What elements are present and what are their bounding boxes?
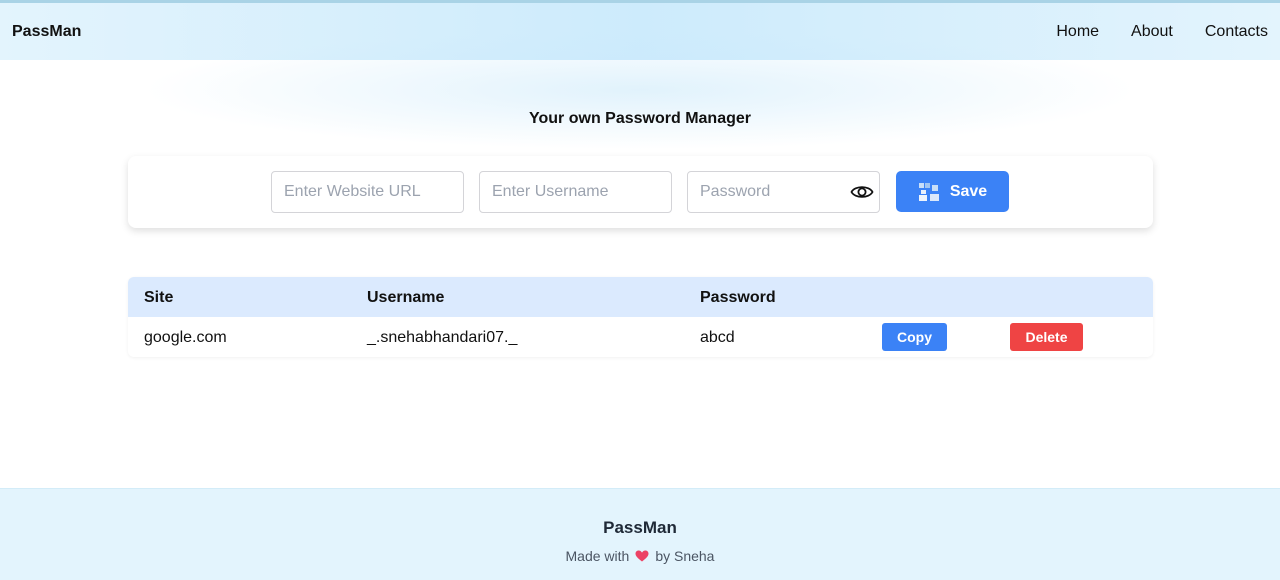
nav-link-home[interactable]: Home xyxy=(1056,23,1099,41)
cell-site: google.com xyxy=(144,329,227,346)
cell-password: abcd xyxy=(700,329,735,346)
footer: PassMan Made with by Sneha xyxy=(0,488,1280,580)
passwords-table: Site Username Password google.com _.sneh… xyxy=(128,277,1153,357)
nav-links: Home About Contacts xyxy=(1024,23,1268,41)
save-button[interactable]: Save xyxy=(896,171,1009,212)
save-button-label: Save xyxy=(949,182,988,200)
save-icon xyxy=(918,182,939,201)
copy-button[interactable]: Copy xyxy=(882,323,947,351)
brand-logo[interactable]: PassMan xyxy=(12,23,81,41)
password-form: Save xyxy=(128,156,1153,228)
navbar: PassMan Home About Contacts xyxy=(0,3,1280,60)
footer-author: by Sneha xyxy=(655,548,715,564)
password-field xyxy=(687,171,880,213)
nav-link-about[interactable]: About xyxy=(1131,23,1173,41)
column-header-password: Password xyxy=(700,289,776,306)
username-input[interactable] xyxy=(479,171,672,213)
column-header-site: Site xyxy=(144,289,174,306)
nav-link-contacts[interactable]: Contacts xyxy=(1205,23,1268,41)
footer-made-with: Made with xyxy=(565,548,630,564)
page-title: Your own Password Manager xyxy=(529,110,751,127)
footer-brand: PassMan xyxy=(603,518,677,537)
footer-credit: Made with by Sneha xyxy=(0,548,1280,564)
heart-icon xyxy=(635,550,649,562)
eye-icon[interactable] xyxy=(850,181,874,203)
table-header: Site Username Password xyxy=(128,277,1153,317)
table-row: google.com _.snehabhandari07._ abcd Copy… xyxy=(128,317,1153,357)
website-url-input[interactable] xyxy=(271,171,464,213)
delete-button[interactable]: Delete xyxy=(1010,323,1083,351)
cell-username: _.snehabhandari07._ xyxy=(367,329,518,346)
column-header-username: Username xyxy=(367,289,445,306)
